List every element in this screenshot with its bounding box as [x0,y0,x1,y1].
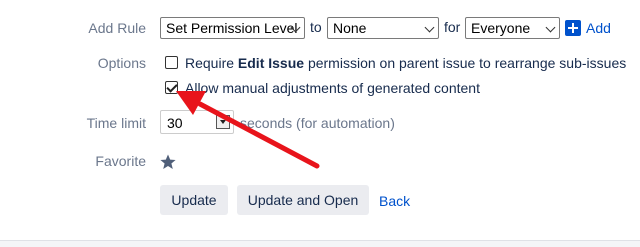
chevron-down-icon [424,22,435,33]
update-and-open-button[interactable]: Update and Open [237,185,369,215]
require-suffix: permission on parent issue to rearrange … [304,55,627,71]
time-limit-value: 30 [167,115,183,131]
audience-select[interactable]: Everyone [465,17,560,39]
options-label: Options [97,55,146,71]
permission-type-select[interactable]: Set Permission Level [160,17,305,39]
require-prefix: Require [185,55,238,71]
star-icon[interactable] [160,154,176,170]
add-rule-label: Add Rule [88,20,146,36]
time-limit-suffix: seconds (for automation) [240,115,395,131]
permission-type-value: Set Permission Level [166,20,298,36]
require-edit-issue-checkbox[interactable] [165,56,178,69]
add-link[interactable]: Add [586,20,611,36]
allow-manual-adjustments-label: Allow manual adjustments of generated co… [185,80,480,96]
for-text: for [444,19,461,35]
chevron-down-icon[interactable] [216,115,230,129]
update-button[interactable]: Update [160,185,228,215]
require-edit-issue-label: Require Edit Issue permission on parent … [185,55,626,71]
permission-level-value: None [333,20,367,36]
audience-value: Everyone [471,20,531,36]
require-bold-text: Edit Issue [237,55,305,71]
add-plus-icon[interactable] [565,20,581,36]
allow-manual-adjustments-checkbox[interactable] [165,81,178,94]
chevron-down-icon [545,22,556,33]
to-text: to [310,19,322,35]
time-limit-label: Time limit [86,115,146,131]
favorite-label: Favorite [95,153,146,169]
time-limit-input[interactable]: 30 [160,110,234,134]
back-link[interactable]: Back [379,193,410,209]
permission-level-select[interactable]: None [327,17,439,39]
bottom-divider [0,240,640,247]
